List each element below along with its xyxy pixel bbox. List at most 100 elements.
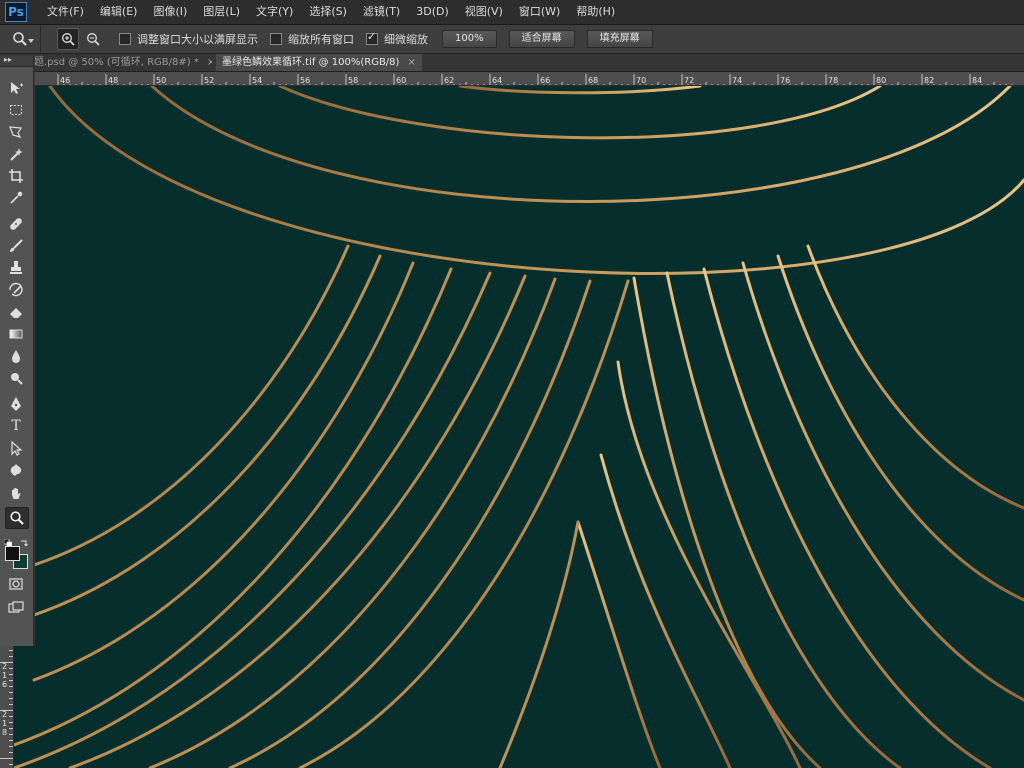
magic-wand-tool[interactable] bbox=[5, 144, 27, 164]
lasso-icon bbox=[9, 126, 23, 138]
hand-icon bbox=[12, 488, 21, 499]
close-icon[interactable]: × bbox=[407, 57, 415, 68]
shape-tool[interactable] bbox=[5, 460, 27, 480]
ruler-label: 6 bbox=[2, 680, 7, 689]
gold-arc bbox=[665, 271, 902, 768]
document-tab-active[interactable]: 墨绿色鳞效果循环.tif @ 100%(RGB/8) × bbox=[216, 54, 422, 71]
resize-windows-label: 调整窗口大小以满屏显示 bbox=[137, 33, 258, 46]
gold-arc bbox=[458, 86, 702, 95]
ruler-label: 82 bbox=[924, 76, 934, 85]
crop-tool[interactable] bbox=[5, 166, 27, 186]
crop-icon bbox=[9, 169, 23, 183]
history-brush-icon bbox=[9, 282, 23, 297]
dodge-icon bbox=[11, 373, 23, 385]
healing-brush-icon bbox=[10, 218, 22, 230]
gold-arc bbox=[702, 267, 992, 768]
ruler-label: 66 bbox=[540, 76, 550, 85]
ruler-label: 48 bbox=[108, 76, 118, 85]
pen-icon bbox=[11, 397, 21, 411]
menu-filter[interactable]: 滤镜(T) bbox=[355, 0, 408, 24]
tool-preset-picker[interactable] bbox=[0, 25, 41, 53]
hand-tool[interactable] bbox=[5, 484, 27, 504]
menu-type[interactable]: 文字(Y) bbox=[248, 0, 301, 24]
close-icon[interactable]: × bbox=[207, 57, 212, 68]
ruler-label: 60 bbox=[396, 76, 406, 85]
photoshop-logo: Ps bbox=[5, 2, 27, 22]
zoom-out-button[interactable] bbox=[83, 29, 103, 49]
gradient-tool[interactable] bbox=[5, 324, 27, 344]
menu-image[interactable]: 图像(I) bbox=[145, 0, 195, 24]
lasso-tool[interactable] bbox=[5, 122, 27, 142]
document-tab-bar: 标题.psd @ 50% (可循环, RGB/8#) * × 墨绿色鳞效果循环.t… bbox=[0, 54, 1024, 72]
gold-arc bbox=[68, 274, 527, 768]
tools-panel: ▸▸ T bbox=[0, 56, 34, 646]
zoom-100-button[interactable]: 100% bbox=[442, 30, 497, 48]
healing-brush-tool[interactable] bbox=[5, 214, 27, 234]
ruler-label: 56 bbox=[300, 76, 310, 85]
history-brush-tool[interactable] bbox=[5, 280, 27, 300]
zoom-all-windows-checkbox[interactable]: 缩放所有窗口 bbox=[270, 31, 354, 47]
resize-windows-checkbox[interactable]: 调整窗口大小以满屏显示 bbox=[119, 31, 258, 47]
menu-layer[interactable]: 图层(L) bbox=[195, 0, 248, 24]
gold-arc bbox=[14, 271, 492, 768]
marquee-tool[interactable] bbox=[5, 100, 27, 120]
checkbox-box bbox=[119, 33, 131, 45]
ruler-label: 58 bbox=[348, 76, 358, 85]
screen-mode-button[interactable] bbox=[5, 598, 27, 618]
tab-title: 墨绿色鳞效果循环.tif @ 100%(RGB/8) bbox=[222, 57, 400, 68]
gold-arc bbox=[32, 254, 382, 617]
quick-mask-button[interactable] bbox=[5, 574, 27, 594]
fill-screen-button[interactable]: 填充屏幕 bbox=[586, 30, 653, 48]
panel-grip[interactable]: ▸▸ bbox=[0, 56, 33, 67]
ruler-label: 62 bbox=[444, 76, 454, 85]
fit-screen-button[interactable]: 适合屏幕 bbox=[508, 30, 575, 48]
gold-arc bbox=[48, 86, 1024, 275]
ruler-label: 52 bbox=[204, 76, 214, 85]
pen-tool[interactable] bbox=[5, 394, 27, 414]
foreground-color-swatch[interactable] bbox=[5, 546, 20, 561]
scrubby-zoom-checkbox[interactable]: 细微缩放 bbox=[366, 30, 428, 47]
ruler-label: 78 bbox=[828, 76, 838, 85]
type-icon: T bbox=[11, 418, 21, 434]
blur-tool[interactable] bbox=[5, 346, 27, 366]
eyedropper-icon bbox=[10, 191, 23, 204]
menu-edit[interactable]: 编辑(E) bbox=[92, 0, 146, 24]
ruler-label: 1 bbox=[2, 671, 7, 680]
checkbox-box bbox=[270, 33, 282, 45]
horizontal-ruler[interactable]: 46 48 50 52 54 56 58 60 62 64 66 68 70 72 74 76 78 80 82 84 bbox=[0, 72, 1024, 86]
move-tool[interactable] bbox=[5, 78, 27, 98]
menu-3d[interactable]: 3D(D) bbox=[408, 0, 457, 24]
zoom-tool[interactable] bbox=[5, 507, 29, 529]
menu-window[interactable]: 窗口(W) bbox=[511, 0, 568, 24]
dodge-tool[interactable] bbox=[5, 368, 27, 388]
menu-view[interactable]: 视图(V) bbox=[457, 0, 511, 24]
ruler-label: 2 bbox=[2, 710, 7, 719]
brush-tool[interactable] bbox=[5, 236, 27, 256]
type-tool[interactable]: T bbox=[5, 416, 27, 436]
magic-wand-icon bbox=[10, 148, 23, 161]
path-selection-tool[interactable] bbox=[5, 438, 27, 458]
ruler-label: 68 bbox=[588, 76, 598, 85]
blur-icon bbox=[12, 350, 20, 363]
default-colors-icon[interactable] bbox=[3, 532, 13, 548]
zoom-icon bbox=[13, 32, 27, 46]
menu-file[interactable]: 文件(F) bbox=[39, 0, 92, 24]
eyedropper-tool[interactable] bbox=[5, 188, 27, 208]
swap-colors-icon[interactable] bbox=[20, 532, 29, 547]
ruler-label: 74 bbox=[732, 76, 742, 85]
document-canvas[interactable] bbox=[14, 86, 1024, 768]
gold-arc bbox=[776, 254, 1024, 602]
menu-select[interactable]: 选择(S) bbox=[301, 0, 355, 24]
document-tab-inactive[interactable]: 标题.psd @ 50% (可循环, RGB/8#) * × bbox=[24, 54, 212, 71]
gold-arc bbox=[32, 244, 350, 567]
gold-arc bbox=[576, 520, 662, 768]
ruler-label: 80 bbox=[876, 76, 886, 85]
menu-help[interactable]: 帮助(H) bbox=[568, 0, 623, 24]
collapse-panel-icon[interactable]: ▸▸ bbox=[0, 56, 33, 64]
eraser-tool[interactable] bbox=[5, 302, 27, 322]
chevron-down-icon bbox=[28, 39, 34, 43]
gold-arc bbox=[741, 261, 1024, 702]
ruler-label: 70 bbox=[636, 76, 646, 85]
clone-stamp-tool[interactable] bbox=[5, 258, 27, 278]
zoom-in-button[interactable] bbox=[57, 28, 79, 50]
